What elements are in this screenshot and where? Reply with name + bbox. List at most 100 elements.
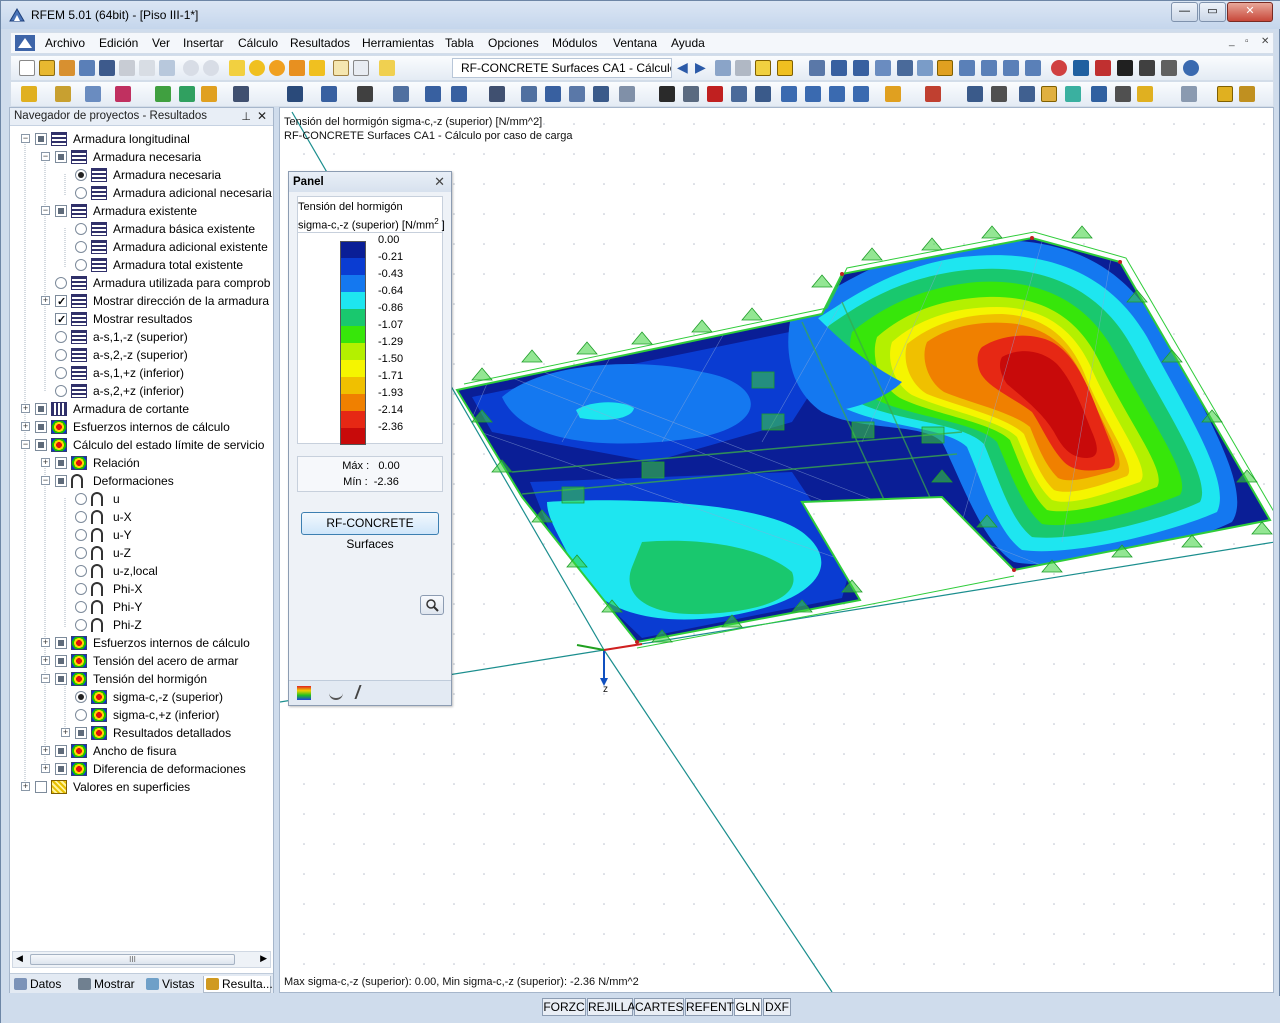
menu-modulos[interactable]: Módulos (552, 36, 597, 50)
scale-icon[interactable] (1139, 60, 1155, 76)
expand-icon[interactable]: + (21, 404, 30, 413)
tree-item[interactable]: + Tensión del acero de armar (10, 652, 273, 670)
menu-ventana[interactable]: Ventana (613, 36, 657, 50)
previous-arrow-icon[interactable]: ◀ (677, 60, 689, 76)
isoline-icon[interactable] (917, 60, 933, 76)
help-icon[interactable] (1183, 60, 1199, 76)
collapse-icon[interactable]: − (41, 206, 50, 215)
checkbox[interactable] (55, 655, 67, 667)
checkbox[interactable] (55, 205, 67, 217)
tree-item[interactable]: − Armadura longitudinal (10, 130, 273, 148)
calc-icon[interactable] (289, 60, 305, 76)
minimize-button[interactable]: — (1171, 2, 1198, 22)
model-icon[interactable] (79, 60, 95, 76)
tree-item[interactable]: + Esfuerzos internos de cálculo (10, 418, 273, 436)
tab-datos[interactable]: Datos (12, 976, 72, 993)
status-forzc-button[interactable]: FORZC (542, 998, 586, 1016)
radio-button[interactable] (55, 367, 67, 379)
tree-item[interactable]: a-s,2,+z (inferior) (10, 382, 273, 400)
panel-close-icon[interactable]: ✕ (434, 174, 445, 190)
scroll-left-icon[interactable]: ◀ (16, 953, 23, 964)
pen-icon[interactable] (354, 685, 374, 699)
tree-item[interactable]: + Mostrar dirección de la armadura (10, 292, 273, 311)
tree-item[interactable]: Armadura total existente (10, 256, 273, 274)
deformation-icon[interactable] (809, 60, 825, 76)
magnify-icon[interactable] (420, 595, 444, 615)
tape-icon[interactable] (991, 86, 1007, 102)
radio-button[interactable] (75, 691, 87, 703)
solids-icon[interactable] (1025, 60, 1041, 76)
wireframe-icon[interactable] (1019, 86, 1035, 102)
status-refent-button[interactable]: REFENT (685, 998, 734, 1016)
measure-icon[interactable] (925, 86, 941, 102)
line-insert-icon[interactable] (85, 86, 101, 102)
tree-item[interactable]: Armadura necesaria (10, 166, 273, 184)
surfaces-icon[interactable] (1003, 60, 1019, 76)
menu-resultados[interactable]: Resultados (290, 36, 350, 50)
menu-insertar[interactable]: Insertar (183, 36, 224, 50)
checkbox[interactable] (35, 439, 47, 451)
radio-button[interactable] (75, 187, 87, 199)
show-values-icon[interactable] (777, 60, 793, 76)
lines-icon[interactable] (981, 60, 997, 76)
checkbox[interactable] (35, 781, 47, 793)
pin-icon[interactable]: ⊥ (241, 110, 251, 123)
tree-item[interactable]: − Armadura existente (10, 202, 273, 220)
radio-button[interactable] (75, 493, 87, 505)
menu-ver[interactable]: Ver (152, 36, 170, 50)
settings-icon[interactable] (1161, 60, 1177, 76)
collapse-icon[interactable]: − (41, 674, 50, 683)
radio-button[interactable] (55, 331, 67, 343)
expand-icon[interactable]: + (41, 458, 50, 467)
mesh-icon[interactable] (593, 86, 609, 102)
balance-icon[interactable] (329, 686, 343, 700)
guide-line-icon[interactable] (287, 86, 303, 102)
radio-button[interactable] (55, 349, 67, 361)
view-z-icon[interactable] (829, 86, 845, 102)
color-scale-icon[interactable] (297, 686, 311, 700)
collapse-icon[interactable]: − (41, 152, 50, 161)
zoom-all-icon[interactable] (731, 86, 747, 102)
cross-icon[interactable] (1117, 60, 1133, 76)
tree-item[interactable]: + Valores en superficies (10, 778, 273, 796)
status-dxf-button[interactable]: DXF (763, 998, 791, 1016)
zoom-icon[interactable] (683, 86, 699, 102)
radio-button[interactable] (75, 223, 87, 235)
expand-icon[interactable]: + (41, 656, 50, 665)
search-icon[interactable] (249, 60, 265, 76)
navigator-toggle-icon[interactable] (1217, 86, 1233, 102)
tree-item[interactable]: − Armadura necesaria (10, 148, 273, 166)
wizard-icon[interactable] (201, 86, 217, 102)
transparent-icon[interactable] (1065, 86, 1081, 102)
collapse-icon[interactable]: − (21, 440, 30, 449)
nodes-icon[interactable] (959, 60, 975, 76)
render-icon[interactable] (357, 86, 373, 102)
radio-button[interactable] (75, 169, 87, 181)
mdi-minimize-button[interactable]: _ (1229, 36, 1235, 47)
radio-button[interactable] (75, 583, 87, 595)
checkbox[interactable] (55, 293, 67, 311)
tree-item[interactable]: + Armadura de cortante (10, 400, 273, 418)
navigator-horizontal-scrollbar[interactable]: ◀ III ▶ (12, 951, 271, 968)
checkbox[interactable] (35, 133, 47, 145)
tree-item[interactable]: Phi-Y (10, 598, 273, 616)
warning-icon[interactable] (1095, 60, 1111, 76)
load-insert-icon[interactable] (155, 86, 171, 102)
tree-item[interactable]: Armadura adicional existente (10, 238, 273, 256)
rf-concrete-surfaces-button[interactable]: RF-CONCRETE Surfaces (301, 512, 439, 551)
print-preview-icon[interactable] (139, 60, 155, 76)
tree-item[interactable]: Armadura adicional necesaria (10, 184, 273, 202)
tree-item[interactable]: a-s,2,-z (superior) (10, 346, 273, 364)
view-3d-icon[interactable] (755, 86, 771, 102)
tab-resultados[interactable]: Resulta... (203, 976, 273, 993)
tree-item[interactable]: + Diferencia de deformaciones (10, 760, 273, 778)
expand-icon[interactable]: + (21, 422, 30, 431)
surface-insert-icon[interactable] (115, 86, 131, 102)
tree-item[interactable]: + Relación (10, 454, 273, 472)
tree-item[interactable]: − Deformaciones (10, 472, 273, 490)
tree-item[interactable]: a-s,1,+z (inferior) (10, 364, 273, 382)
next-arrow-icon[interactable]: ▶ (695, 60, 707, 76)
menu-ayuda[interactable]: Ayuda (671, 36, 705, 50)
polyline-icon[interactable] (967, 86, 983, 102)
view-box-icon[interactable] (321, 86, 337, 102)
